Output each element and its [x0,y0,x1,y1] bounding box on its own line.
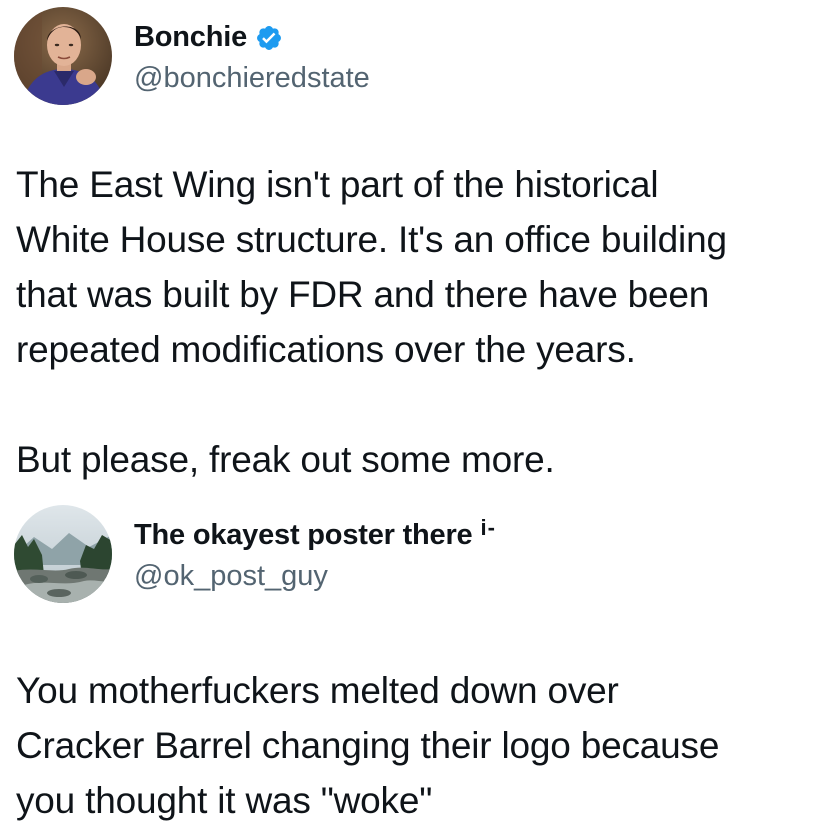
author-identity: Bonchie @bonchieredstate [134,18,370,95]
tweet[interactable]: Bonchie @bonchieredstate The East Wing i… [0,0,822,500]
avatar[interactable] [14,505,112,603]
tweet-header: The okayest poster there i- @ok_post_guy [14,504,496,604]
display-name[interactable]: Bonchie [134,21,247,54]
handle[interactable]: @bonchieredstate [134,62,370,95]
avatar-image [14,505,112,603]
author-identity: The okayest poster there i- @ok_post_guy [134,514,496,593]
tweet[interactable]: The okayest poster there i- @ok_post_guy… [0,500,822,830]
name-row: Bonchie [134,18,370,58]
tweet-header: Bonchie @bonchieredstate [14,6,370,106]
tweet-text: You motherfuckers melted down over Crack… [16,663,816,828]
display-name[interactable]: The okayest poster there [134,519,473,552]
tweet-text: The East Wing isn't part of the historic… [16,157,816,487]
avatar[interactable] [14,7,112,105]
avatar-image [14,7,112,105]
handle[interactable]: @ok_post_guy [134,560,496,593]
name-row: The okayest poster there i- [134,514,496,556]
verified-badge-icon[interactable] [255,24,283,52]
tweet-paragraph: But please, freak out some more. [16,439,555,480]
tweet-paragraph: The East Wing isn't part of the historic… [16,164,727,370]
tweet-paragraph: You motherfuckers melted down over Crack… [16,670,720,821]
display-name-truncation: i- [480,514,496,540]
